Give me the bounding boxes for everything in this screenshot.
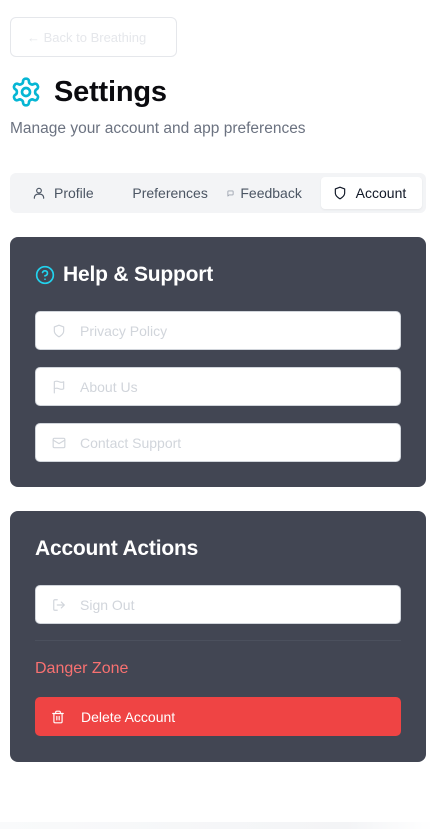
tab-preferences[interactable]: Preferences	[119, 177, 215, 209]
log-out-icon	[52, 598, 66, 612]
help-support-card: Help & Support Privacy Policy About Us C…	[10, 237, 426, 487]
bottom-edge-shadow	[0, 822, 433, 829]
tab-profile[interactable]: Profile	[14, 177, 119, 209]
page-subtitle: Manage your account and app preferences	[10, 120, 306, 137]
contact-support-button[interactable]: Contact Support	[35, 423, 401, 462]
danger-zone-label: Danger Zone	[35, 660, 129, 677]
back-button-label: ← Back to Breathing	[27, 29, 147, 45]
trash-icon	[51, 710, 65, 724]
tab-account-label: Account	[355, 185, 407, 201]
privacy-policy-label: Privacy Policy	[80, 322, 168, 339]
gear-icon	[10, 76, 42, 108]
tab-feedback-label: Feedback	[240, 185, 302, 201]
tab-preferences-label: Preferences	[132, 185, 208, 201]
page-title: Settings	[54, 75, 167, 108]
shield-icon	[333, 186, 347, 200]
about-us-label: About Us	[80, 378, 138, 395]
sign-out-button[interactable]: Sign Out	[35, 585, 401, 624]
divider	[35, 640, 401, 641]
page-header: Settings	[10, 72, 167, 112]
help-support-header: Help & Support	[35, 263, 213, 287]
help-circle-icon	[35, 265, 55, 285]
about-us-button[interactable]: About Us	[35, 367, 401, 406]
privacy-policy-button[interactable]: Privacy Policy	[35, 311, 401, 350]
message-icon	[227, 189, 234, 197]
account-actions-card: Account Actions Sign Out Danger Zone Del…	[10, 511, 426, 762]
tab-feedback[interactable]: Feedback	[215, 177, 320, 209]
tab-profile-label: Profile	[54, 185, 94, 201]
sign-out-label: Sign Out	[80, 596, 135, 613]
delete-account-button[interactable]: Delete Account	[35, 697, 401, 736]
contact-support-label: Contact Support	[80, 434, 182, 451]
account-actions-header: Account Actions	[35, 537, 198, 561]
mail-icon	[52, 436, 66, 450]
flag-icon	[52, 380, 66, 394]
settings-tabs: Profile Preferences Feedback Account	[10, 173, 426, 213]
user-icon	[32, 186, 46, 200]
tab-account[interactable]: Account	[320, 177, 423, 209]
delete-account-label: Delete Account	[81, 708, 176, 725]
shield-icon	[52, 324, 66, 338]
back-button[interactable]: ← Back to Breathing	[10, 17, 177, 57]
help-support-title: Help & Support	[63, 263, 214, 286]
account-actions-title: Account Actions	[35, 537, 199, 560]
